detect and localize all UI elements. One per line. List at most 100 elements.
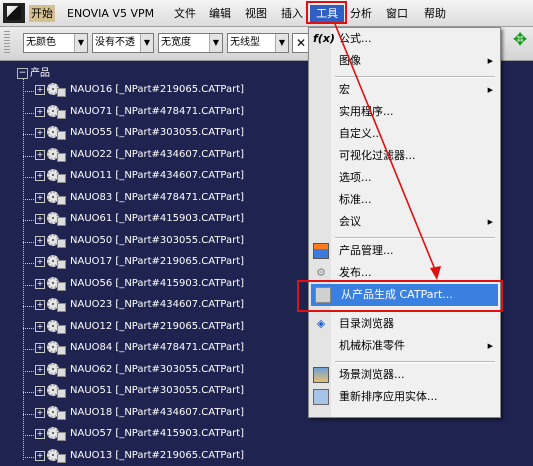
- expand-icon[interactable]: +: [35, 278, 45, 289]
- menu-item-product-management[interactable]: 产品管理...: [309, 240, 500, 262]
- expand-icon[interactable]: +: [35, 386, 45, 396]
- tree-part-label: NAUO12 [_NPart#219065.CATPart]: [70, 320, 245, 332]
- menu-item-publish[interactable]: ⚙ 发布...: [309, 262, 500, 284]
- menu-bar: 开始 ENOVIA V5 VPM 文件 编辑 视图 插入 工具 分析 窗口 帮助: [0, 0, 533, 27]
- menu-help[interactable]: 帮助: [422, 5, 448, 22]
- part-icon: [47, 212, 66, 226]
- menu-item-macro-label: 宏: [339, 83, 350, 96]
- menu-item-generate-catpart-label: 从产品生成 CATPart...: [341, 288, 453, 301]
- menu-insert[interactable]: 插入: [279, 5, 305, 22]
- chevron-down-icon: ▼: [275, 34, 288, 52]
- tree-part-label: NAUO83 [_NPart#478471.CATPart]: [70, 191, 245, 203]
- expand-icon[interactable]: +: [35, 85, 45, 95]
- transparency-select[interactable]: 没有不透 ▼: [92, 33, 154, 53]
- menu-item-standards-label: 标准...: [339, 193, 372, 206]
- part-icon: [47, 255, 66, 269]
- menu-item-macro[interactable]: 宏 ▶: [309, 79, 500, 101]
- submenu-arrow-icon: ▶: [487, 86, 493, 94]
- tree-part-label: NAUO50 [_NPart#303055.CATPart]: [70, 234, 245, 246]
- expand-icon[interactable]: +: [35, 343, 45, 353]
- menu-item-image[interactable]: 图像 ▶: [309, 50, 500, 72]
- expand-icon[interactable]: +: [35, 429, 45, 439]
- color-select[interactable]: 无颜色 ▼: [23, 33, 88, 53]
- linewidth-select[interactable]: 无宽度 ▼: [158, 33, 223, 53]
- expand-icon[interactable]: +: [35, 128, 45, 138]
- menu-item-formula[interactable]: f(x) 公式...: [309, 28, 500, 50]
- tools-dropdown-menu: f(x) 公式... 图像 ▶ 宏 ▶ 实用程序... 自定义... 可视化过滤…: [308, 27, 501, 418]
- part-icon: [47, 298, 66, 312]
- product-management-icon: [313, 243, 329, 259]
- menu-item-formula-label: 公式...: [339, 32, 372, 45]
- menu-item-mech-standard-parts[interactable]: 机械标准零件 ▶: [309, 335, 500, 357]
- tree-part-label: NAUO18 [_NPart#434607.CATPart]: [70, 406, 245, 418]
- linewidth-select-value: 无宽度: [161, 37, 191, 48]
- part-icon: [47, 448, 66, 463]
- expand-icon[interactable]: +: [35, 364, 45, 375]
- menu-item-customize[interactable]: 自定义...: [309, 123, 500, 145]
- linetype-select-value: 无线型: [230, 37, 260, 48]
- part-icon: [47, 405, 66, 420]
- menu-item-mech-standard-parts-label: 机械标准零件: [339, 339, 405, 352]
- menu-item-scene-browser-label: 场景浏览器...: [339, 368, 405, 381]
- menu-item-visual-filter-label: 可视化过滤器...: [339, 149, 416, 162]
- menu-tools[interactable]: 工具: [310, 5, 344, 22]
- catalog-browser-icon: ◈: [316, 317, 326, 330]
- move-arrows-icon[interactable]: ✥: [513, 30, 527, 50]
- menu-item-options[interactable]: 选项...: [309, 167, 500, 189]
- tree-part-label: NAUO16 [_NPart#219065.CATPart]: [70, 84, 245, 95]
- chevron-down-icon: ▼: [74, 34, 87, 52]
- menu-item-catalog-browser[interactable]: ◈ 目录浏览器: [309, 313, 500, 335]
- menu-item-scene-browser[interactable]: 场景浏览器...: [309, 364, 500, 386]
- menu-item-generate-catpart[interactable]: 从产品生成 CATPart...: [311, 284, 498, 306]
- menu-edit[interactable]: 编辑: [207, 5, 233, 22]
- expand-icon[interactable]: +: [35, 407, 45, 418]
- expand-icon[interactable]: +: [35, 257, 45, 267]
- tree-part-label: NAUO57 [_NPart#415903.CATPart]: [70, 428, 245, 439]
- submenu-arrow-icon: ▶: [487, 218, 493, 226]
- toolbar-grip-handle[interactable]: [4, 31, 10, 55]
- menu-start[interactable]: 开始: [29, 5, 55, 22]
- tree-root-label: 产品: [30, 68, 50, 79]
- part-icon: [47, 147, 66, 162]
- menu-separator: [335, 237, 495, 239]
- expand-icon[interactable]: +: [35, 450, 45, 461]
- part-icon: [47, 233, 66, 248]
- tree-part-label: NAUO17 [_NPart#219065.CATPart]: [70, 256, 245, 267]
- expand-icon[interactable]: +: [35, 321, 45, 332]
- part-icon: [47, 362, 66, 377]
- menu-analysis[interactable]: 分析: [348, 5, 374, 22]
- menu-item-conference[interactable]: 会议 ▶: [309, 211, 500, 233]
- menu-enovia[interactable]: ENOVIA V5 VPM: [65, 5, 156, 22]
- expand-icon[interactable]: +: [35, 149, 45, 160]
- menu-file[interactable]: 文件: [172, 5, 198, 22]
- menu-item-publish-label: 发布...: [339, 266, 372, 279]
- tree-root[interactable]: − 产品: [17, 64, 50, 79]
- catia-logo-icon[interactable]: [3, 3, 25, 23]
- tree-part-label: NAUO13 [_NPart#219065.CATPart]: [70, 449, 245, 461]
- tree-part-label: NAUO55 [_NPart#303055.CATPart]: [70, 127, 245, 138]
- publish-icon: ⚙: [316, 266, 326, 279]
- expand-icon[interactable]: +: [35, 300, 45, 310]
- menu-item-reorder-instances[interactable]: 重新排序应用实体...: [309, 386, 500, 408]
- menu-window[interactable]: 窗口: [384, 5, 410, 22]
- menu-item-standards[interactable]: 标准...: [309, 189, 500, 211]
- collapse-icon[interactable]: −: [17, 67, 28, 79]
- transparency-select-value: 没有不透: [95, 37, 135, 48]
- expand-icon[interactable]: +: [35, 214, 45, 224]
- menu-item-reorder-instances-label: 重新排序应用实体...: [339, 390, 438, 403]
- menu-view[interactable]: 视图: [243, 5, 269, 22]
- tree-part-label: NAUO56 [_NPart#415903.CATPart]: [70, 277, 245, 289]
- expand-icon[interactable]: +: [35, 171, 45, 181]
- menu-item-utility[interactable]: 实用程序...: [309, 101, 500, 123]
- part-icon: [47, 126, 66, 140]
- part-icon: [47, 427, 66, 441]
- menu-item-visual-filter[interactable]: 可视化过滤器...: [309, 145, 500, 167]
- tree-part-label: NAUO61 [_NPart#415903.CATPart]: [70, 213, 245, 224]
- expand-icon[interactable]: +: [35, 192, 45, 203]
- menu-item-options-label: 选项...: [339, 171, 372, 184]
- expand-icon[interactable]: +: [35, 235, 45, 246]
- linetype-select[interactable]: 无线型 ▼: [227, 33, 289, 53]
- tree-part-label: NAUO11 [_NPart#434607.CATPart]: [70, 170, 245, 181]
- expand-icon[interactable]: +: [35, 106, 45, 117]
- scene-browser-icon: [313, 367, 329, 383]
